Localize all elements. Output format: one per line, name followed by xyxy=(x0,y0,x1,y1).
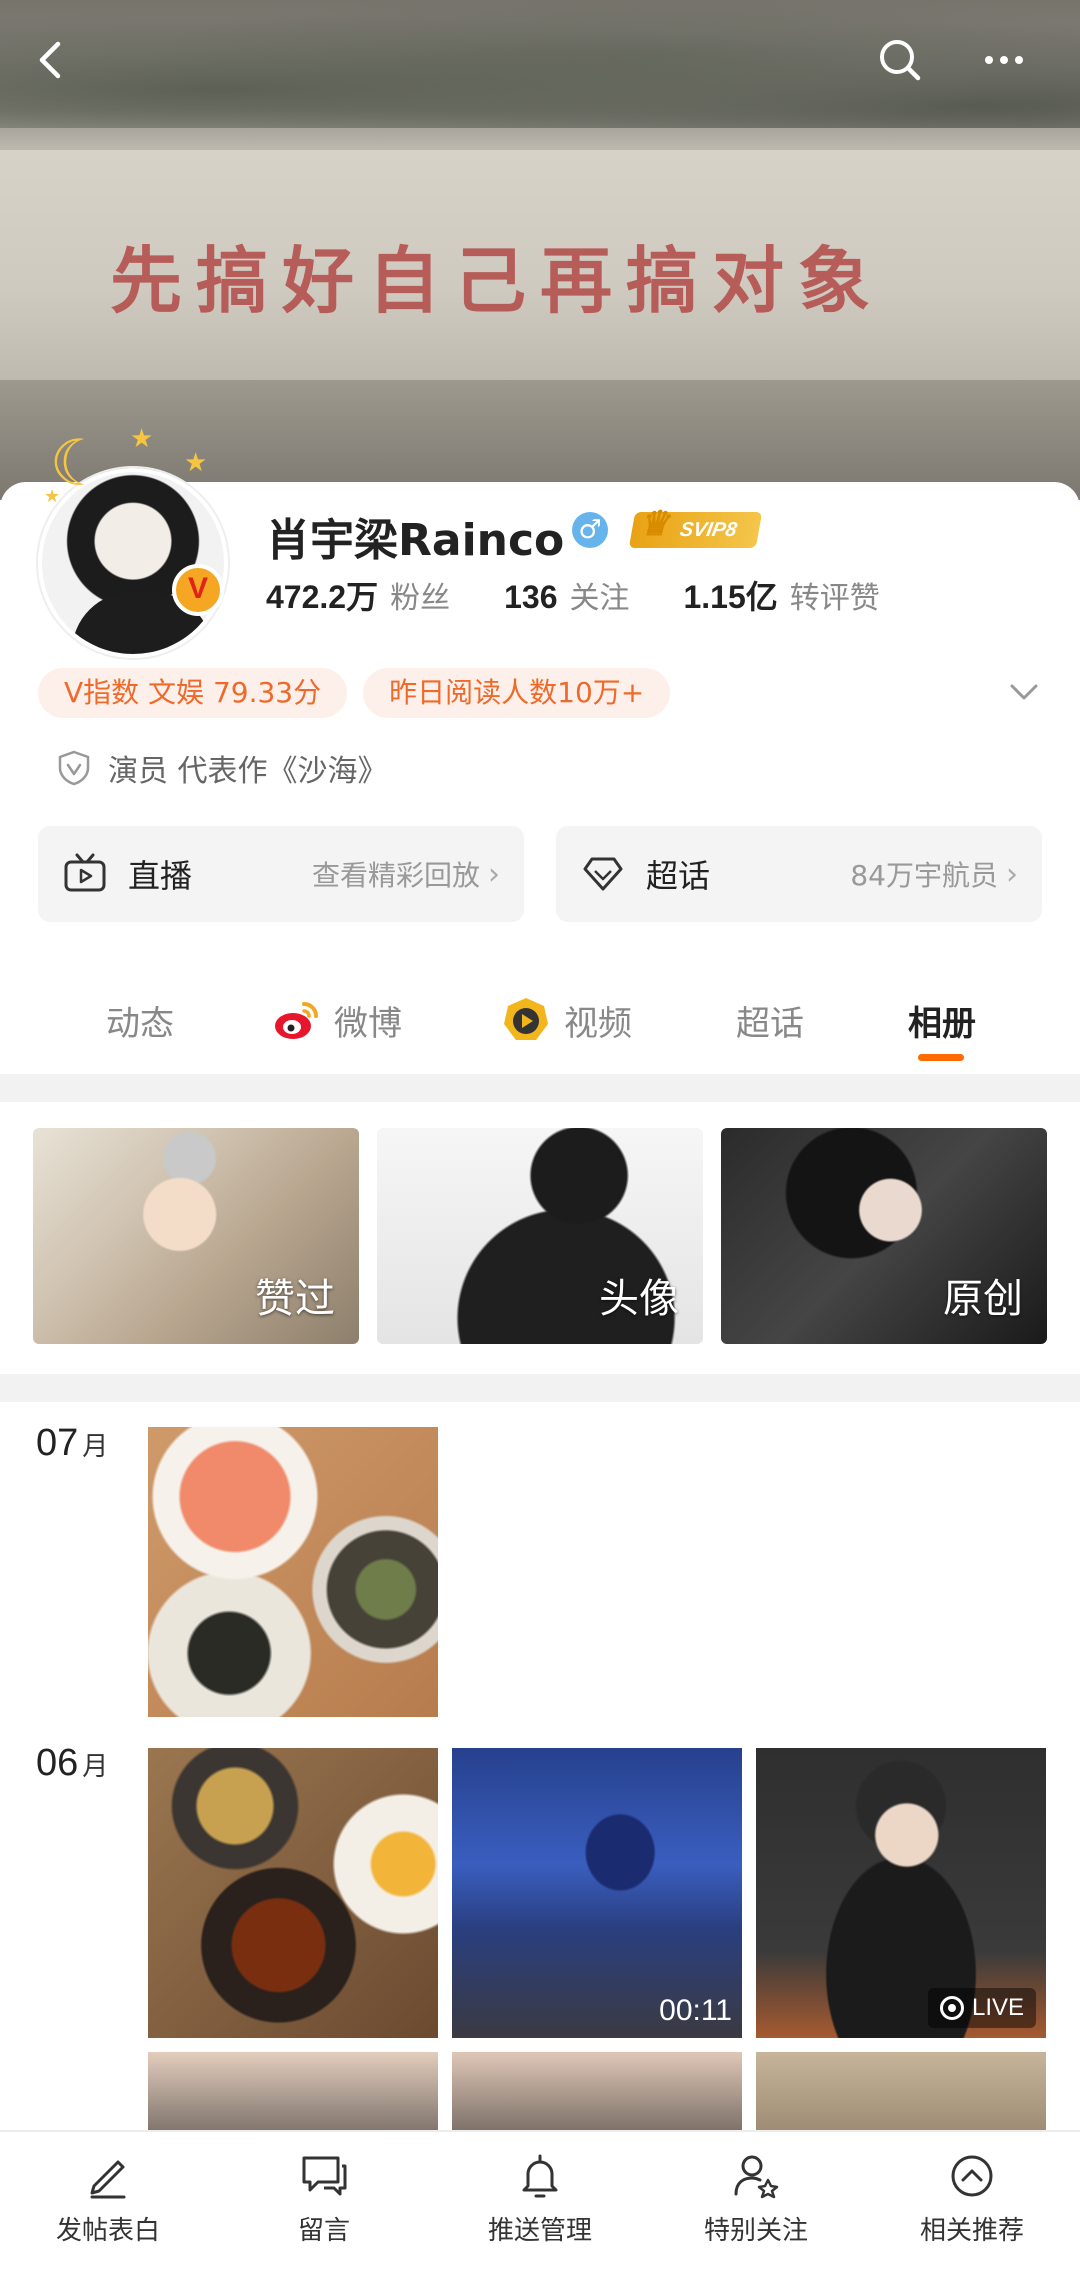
avatar[interactable]: ☾ ★ ★ ★ V xyxy=(38,424,228,658)
stat-label: 转评赞 xyxy=(789,581,880,616)
month-unit: 月 xyxy=(82,1752,109,1782)
user-star-icon xyxy=(734,2155,779,2199)
video-badge-icon xyxy=(500,994,552,1046)
search-button[interactable] xyxy=(868,28,932,92)
photo-thumbnail[interactable] xyxy=(148,1748,438,2038)
chevron-left-icon xyxy=(39,41,61,79)
star-icon: ★ xyxy=(184,448,208,478)
verification-info[interactable]: 演员 代表作《沙海》 xyxy=(54,746,388,790)
supertopic-card[interactable]: 超话 84万宇航员 › xyxy=(556,826,1042,922)
album-original[interactable]: 原创 xyxy=(721,1128,1047,1344)
verification-text: 演员 代表作《沙海》 xyxy=(108,754,388,789)
weibo-logo-icon xyxy=(270,994,322,1046)
stat-following[interactable]: 136 关注 xyxy=(504,573,629,617)
quick-title: 超话 xyxy=(646,857,711,895)
bottom-label: 留言 xyxy=(297,2216,350,2246)
month-label: 06 月 xyxy=(36,1742,108,1785)
verified-v-badge: V xyxy=(172,564,224,616)
readers-tag[interactable]: 昨日阅读人数10万+ xyxy=(363,668,671,718)
photo-thumbnail[interactable] xyxy=(148,1427,438,1717)
chevron-down-icon[interactable] xyxy=(1004,672,1044,712)
bell-settings-icon xyxy=(522,2154,558,2198)
post-confession-button[interactable]: 发帖表白 xyxy=(0,2132,216,2275)
diamond-icon xyxy=(583,857,623,891)
album-avatar[interactable]: 头像 xyxy=(377,1128,703,1344)
chevron-right-icon: › xyxy=(1006,856,1018,892)
svip-level: SVIP8 xyxy=(678,519,739,541)
month-label: 07 月 xyxy=(36,1422,108,1465)
profile-stats: 472.2万 粉丝 136 关注 1.15亿 转评赞 xyxy=(266,572,934,618)
more-button[interactable] xyxy=(972,28,1036,92)
shield-v-icon xyxy=(58,750,90,786)
live-label: LIVE xyxy=(971,1994,1024,2021)
username: 肖宇梁Rainco xyxy=(266,515,565,566)
live-badge: LIVE xyxy=(927,1988,1036,2028)
profile-tags: V指数 文娱 79.33分 昨日阅读人数10万+ xyxy=(38,668,686,718)
quick-subtitle: 84万宇航员 xyxy=(850,859,998,892)
active-tab-indicator xyxy=(918,1054,964,1061)
pen-icon xyxy=(90,2160,126,2199)
v-index-tag[interactable]: V指数 文娱 79.33分 xyxy=(38,668,348,718)
month-number: 06 xyxy=(36,1742,79,1784)
stat-label: 粉丝 xyxy=(390,581,451,616)
tab-supertopic[interactable]: 超话 xyxy=(736,970,804,1070)
cover-slogan: 先搞好自己再搞对象 xyxy=(110,239,885,323)
stat-number: 1.15亿 xyxy=(683,579,778,615)
section-divider xyxy=(0,1074,1080,1102)
quick-title: 直播 xyxy=(128,857,193,895)
bottom-action-bar: 发帖表白 留言 推送管理 特别关注 相关推荐 xyxy=(0,2130,1080,2275)
message-button[interactable]: 留言 xyxy=(216,2132,432,2275)
search-icon xyxy=(880,40,921,81)
more-dots-icon xyxy=(985,56,1023,64)
tab-weibo[interactable]: 微博 xyxy=(270,970,402,1070)
bottom-label: 相关推荐 xyxy=(919,2216,1024,2246)
svip-badge[interactable]: ♛ SVIP8 xyxy=(628,505,762,548)
tab-label: 微博 xyxy=(334,1003,402,1044)
tab-label: 视频 xyxy=(564,1003,632,1044)
push-settings-button[interactable]: 推送管理 xyxy=(432,2132,648,2275)
album-liked[interactable]: 赞过 xyxy=(33,1128,359,1344)
star-icon: ★ xyxy=(130,424,154,454)
album-label: 头像 xyxy=(599,1276,679,1322)
special-follow-button[interactable]: 特别关注 xyxy=(648,2132,864,2275)
video-thumbnail[interactable]: 00:11 xyxy=(452,1748,742,2038)
back-button[interactable] xyxy=(20,28,84,92)
stat-label: 关注 xyxy=(569,581,630,616)
album-label: 原创 xyxy=(943,1276,1023,1322)
quick-subtitle: 查看精彩回放 xyxy=(311,859,480,892)
bottom-label: 特别关注 xyxy=(703,2216,808,2246)
tab-video[interactable]: 视频 xyxy=(500,970,632,1070)
video-duration: 00:11 xyxy=(659,1994,732,2027)
month-unit: 月 xyxy=(82,1432,109,1462)
album-label: 赞过 xyxy=(255,1276,335,1322)
stat-number: 136 xyxy=(504,579,558,615)
chevron-right-icon: › xyxy=(488,856,500,892)
crown-icon: ♛ xyxy=(639,505,670,543)
tv-icon xyxy=(64,853,106,892)
star-icon: ★ xyxy=(44,486,61,507)
arrow-up-circle-icon xyxy=(951,2155,993,2197)
live-photo-thumbnail[interactable]: LIVE xyxy=(756,1748,1046,2038)
live-replay-card[interactable]: 直播 查看精彩回放 › xyxy=(38,826,524,922)
related-recommend-button[interactable]: 相关推荐 xyxy=(864,2132,1080,2275)
tab-label: 动态 xyxy=(106,1003,174,1044)
tab-label: 相册 xyxy=(908,1003,976,1044)
tab-label: 超话 xyxy=(736,1003,804,1044)
live-photo-icon xyxy=(939,1996,964,2020)
stat-number: 472.2万 xyxy=(266,579,379,615)
stat-followers[interactable]: 472.2万 粉丝 xyxy=(266,572,450,618)
tab-dynamic[interactable]: 动态 xyxy=(106,970,174,1070)
bottom-label: 推送管理 xyxy=(487,2216,592,2246)
gender-male-icon: ♂ xyxy=(572,512,608,548)
message-icon xyxy=(302,2156,347,2196)
bottom-label: 发帖表白 xyxy=(55,2216,160,2246)
section-divider xyxy=(0,1374,1080,1402)
month-number: 07 xyxy=(36,1422,79,1464)
stat-engagement[interactable]: 1.15亿 转评赞 xyxy=(683,572,879,618)
